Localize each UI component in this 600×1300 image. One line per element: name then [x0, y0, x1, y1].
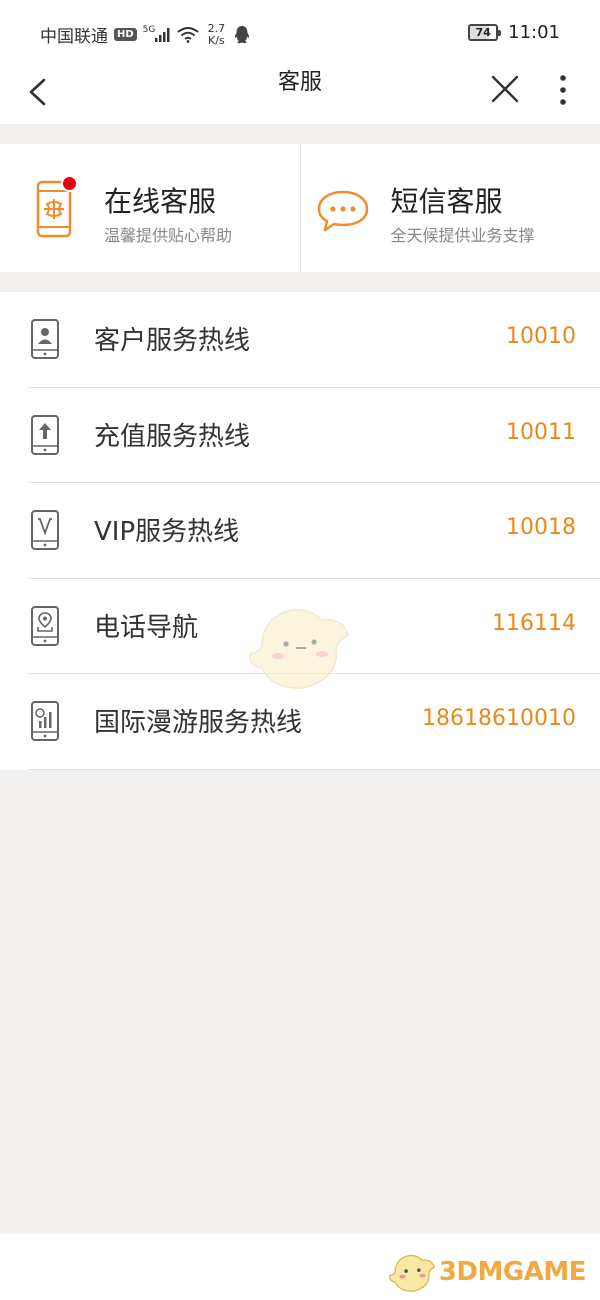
watermark-mascot-icon [388, 1254, 435, 1292]
online-service-title: 在线客服 [104, 185, 217, 218]
notification-badge [61, 175, 78, 192]
hotline-label: 国际漫游服务热线 [94, 708, 303, 739]
phone-vip-icon [31, 510, 59, 551]
phone-person-icon [31, 319, 59, 359]
network-speed: 2.7 K/s [205, 21, 227, 47]
wifi-icon [177, 26, 199, 43]
speed-unit: K/s [208, 33, 225, 47]
battery-indicator: 74 [468, 24, 502, 41]
phone-location-icon [31, 605, 59, 646]
hd-badge: HD [114, 28, 137, 41]
phone-upload-icon [31, 414, 59, 455]
hotline-number[interactable]: 116114 [492, 611, 576, 636]
qq-icon [235, 25, 250, 43]
sms-service-title: 短信客服 [390, 185, 503, 218]
sms-service-card[interactable]: 短信客服 全天候提供业务支撑 [299, 144, 600, 272]
hotline-number[interactable]: 18618610010 [422, 706, 576, 731]
hotline-number[interactable]: 10018 [506, 515, 576, 540]
sms-service-subtitle: 全天候提供业务支撑 [390, 226, 535, 245]
online-service-subtitle: 温馨提供贴心帮助 [104, 226, 233, 245]
watermark-text: 3DMGAME [438, 1257, 587, 1287]
mascot-watermark-icon [249, 608, 349, 689]
hotline-label: VIP服务热线 [94, 517, 240, 548]
hotline-label: 客户服务热线 [94, 326, 251, 356]
more-icon[interactable] [553, 72, 573, 108]
signal-icon [155, 27, 170, 42]
clock: 11:01 [508, 22, 560, 43]
hotline-row-recharge[interactable]: 充值服务热线 10011 [0, 388, 600, 484]
hotline-row-customer[interactable]: 客户服务热线 10010 [0, 292, 600, 388]
phone-globe-icon [31, 701, 59, 742]
status-bar: 中国联通 HD 5G 2.7 K/s 74 11:01 [0, 0, 600, 62]
online-service-card[interactable]: 在线客服 温馨提供贴心帮助 [0, 144, 300, 272]
hotline-list: 客户服务热线 10010 充值服务热线 10011 VIP服务热线 10018 … [0, 292, 600, 770]
hotline-number[interactable]: 10011 [506, 420, 576, 445]
battery-level: 74 [475, 26, 491, 39]
network-type: 5G [142, 24, 156, 35]
chat-bubble-icon [317, 190, 368, 232]
hotline-label: 电话导航 [94, 612, 199, 643]
carrier-name: 中国联通 [40, 27, 108, 47]
close-icon[interactable] [488, 72, 522, 106]
speed-value: 2.7 [207, 21, 226, 35]
hotline-row-vip[interactable]: VIP服务热线 10018 [0, 483, 600, 579]
hotline-number[interactable]: 10010 [506, 324, 576, 349]
service-cards: 在线客服 温馨提供贴心帮助 短信客服 全天候提供业务支撑 [0, 144, 600, 272]
nav-bar: 客服 [0, 62, 600, 124]
hotline-label: 充值服务热线 [94, 421, 251, 452]
watermark: 3DMGAME [387, 1250, 587, 1294]
